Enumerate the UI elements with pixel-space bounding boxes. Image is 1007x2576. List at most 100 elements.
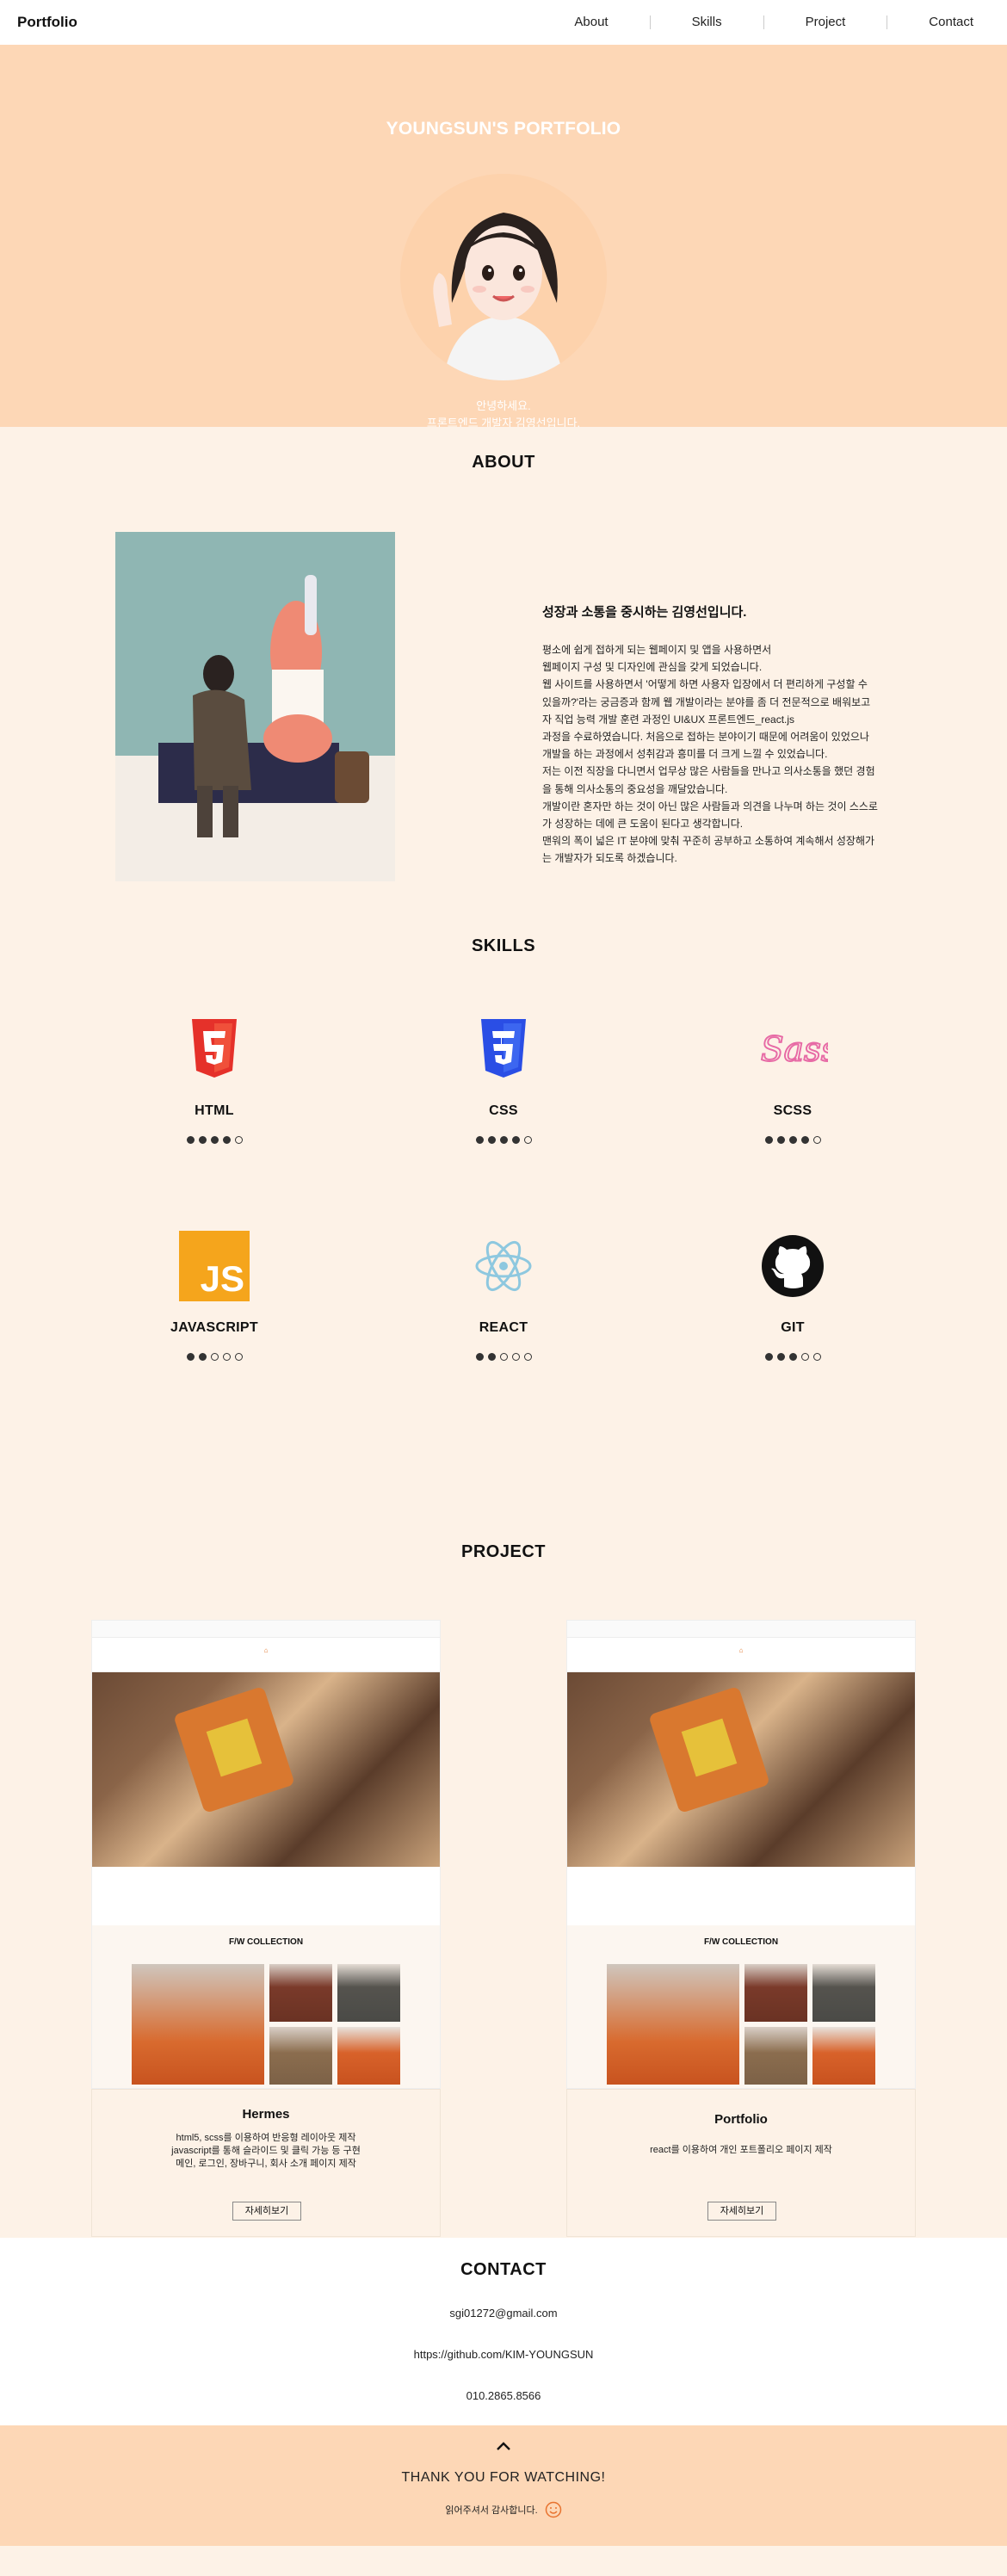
collection-thumb (337, 1964, 400, 2022)
collection-title: F/W COLLECTION (703, 1937, 779, 1947)
nav-item-project[interactable]: Project (763, 15, 887, 29)
level-dot (475, 1136, 484, 1144)
shot-menu (567, 1662, 915, 1672)
skill-git: GIT (689, 1231, 896, 1361)
project-info: Portfolio react를 이용하여 개인 포트폴리오 페이지 제작 자세… (566, 2089, 916, 2237)
shot-topbar (92, 1621, 440, 1638)
footer-thanks: THANK YOU FOR WATCHING! (401, 2470, 606, 2485)
footer-note-text: 읽어주셔서 감사합니다. (445, 2505, 538, 2516)
shot-menu (92, 1662, 440, 1672)
hero-greeting-line1: 안녕하세요. (476, 399, 531, 412)
level-dot (523, 1353, 532, 1361)
skills-section: SKILLS HTML CSS Sass SCSS JS JAVASCRIPT (0, 911, 1007, 1513)
level-dot (234, 1136, 243, 1144)
about-heading: 성장과 소통을 중시하는 김영선입니다. (542, 605, 747, 620)
project-desc: react를 이용하여 개인 포트폴리오 페이지 제작 (650, 2145, 832, 2155)
about-body: 평소에 쉽게 접하게 되는 웹페이지 및 앱을 사용하면서 웹페이지 구성 및 … (542, 644, 878, 865)
level-dot (511, 1136, 520, 1144)
level-dot (499, 1136, 508, 1144)
collection-thumb (337, 2027, 400, 2085)
collection-title: F/W COLLECTION (228, 1937, 304, 1947)
profile-avatar (400, 174, 607, 380)
about-photo (115, 532, 395, 881)
level-dot (776, 1353, 785, 1361)
project-detail-button[interactable]: 자세히보기 (707, 2202, 776, 2221)
collection-thumb (812, 1964, 875, 2022)
about-section: ABOUT 성장과 소통을 중시하는 김영선입니다. 평소에 쉽게 접하게 되는… (0, 427, 1007, 911)
level-dot (222, 1353, 231, 1361)
project-card-portfolio: ⌂ F/W COLLECTION Portfolio react를 이용하여 개… (566, 1620, 916, 2257)
github-icon (757, 1231, 828, 1301)
hero-section: YOUNGSUN'S PORTFOLIO 안녕하세요. 프론트엔드 개발자 김영… (0, 45, 1007, 429)
project-section: PROJECT ⌂ F/W COLLECTION Hermes html5, s… (0, 1513, 1007, 2238)
level-dot (511, 1353, 520, 1361)
shot-collection: F/W COLLECTION (567, 1925, 915, 2088)
shot-logo: ⌂ (738, 1646, 744, 1654)
skill-css: CSS (400, 1014, 607, 1144)
skill-scss: Sass SCSS (689, 1014, 896, 1144)
contact-phone: 010.2865.8566 (466, 2389, 541, 2402)
level-dot (812, 1136, 821, 1144)
level-dot (475, 1353, 484, 1361)
skill-level-dots (111, 1353, 318, 1361)
level-dot (764, 1136, 773, 1144)
level-dot (523, 1136, 532, 1144)
skill-name: SCSS (773, 1103, 812, 1118)
skill-name: JAVASCRIPT (170, 1320, 258, 1335)
collection-thumb (744, 2027, 807, 2085)
shot-collection: F/W COLLECTION (92, 1925, 440, 2088)
nav-item-about[interactable]: About (533, 15, 649, 29)
skill-level-dots (689, 1353, 896, 1361)
level-dot (788, 1136, 797, 1144)
html5-icon (179, 1014, 250, 1084)
project-screenshot[interactable]: ⌂ F/W COLLECTION (566, 1620, 916, 2089)
collection-thumb (812, 2027, 875, 2085)
level-dot (812, 1353, 821, 1361)
react-icon (468, 1231, 539, 1301)
level-dot (764, 1353, 773, 1361)
nav-item-contact[interactable]: Contact (887, 15, 990, 29)
skill-react: REACT (400, 1231, 607, 1361)
skill-level-dots (111, 1136, 318, 1144)
skill-name: REACT (479, 1320, 528, 1335)
shot-logo: ⌂ (263, 1646, 269, 1654)
collection-main-image (607, 1964, 739, 2085)
javascript-icon: JS (179, 1231, 250, 1301)
level-dot (800, 1136, 809, 1144)
shot-topbar (567, 1621, 915, 1638)
about-title: ABOUT (472, 453, 535, 472)
project-name: Hermes (242, 2107, 290, 2122)
footer-note: 읽어주셔서 감사합니다. (0, 2501, 1007, 2518)
skill-name: GIT (781, 1320, 805, 1335)
footer: THANK YOU FOR WATCHING! 읽어주셔서 감사합니다. (0, 2425, 1007, 2546)
level-dot (198, 1136, 207, 1144)
level-dot (788, 1353, 797, 1361)
project-name: Portfolio (714, 2112, 768, 2127)
contact-section: CONTACT sgi01272@gmail.com https://githu… (0, 2238, 1007, 2425)
project-info: Hermes html5, scss를 이용하여 반응형 레이아웃 제작 jav… (91, 2089, 441, 2237)
collection-thumb (269, 1964, 332, 2022)
level-dot (210, 1136, 219, 1144)
css3-icon (468, 1014, 539, 1084)
nav-menu: About Skills Project Contact (533, 15, 990, 29)
project-detail-button[interactable]: 자세히보기 (232, 2202, 301, 2221)
nav-item-skills[interactable]: Skills (649, 15, 763, 29)
skill-level-dots (400, 1353, 607, 1361)
collection-thumb (269, 2027, 332, 2085)
project-screenshot[interactable]: ⌂ F/W COLLECTION (91, 1620, 441, 2089)
javascript-icon-text: JS (200, 1258, 244, 1299)
level-dot (222, 1136, 231, 1144)
contact-title: CONTACT (460, 2260, 547, 2279)
skill-html: HTML (111, 1014, 318, 1144)
contact-github-link[interactable]: https://github.com/KIM-YOUNGSUN (0, 2348, 1007, 2361)
level-dot (198, 1353, 207, 1361)
svg-text:Sass: Sass (761, 1031, 828, 1070)
brand-logo[interactable]: Portfolio (17, 14, 77, 31)
contact-email[interactable]: sgi01272@gmail.com (0, 2307, 1007, 2320)
level-dot (487, 1353, 496, 1361)
project-card-hermes: ⌂ F/W COLLECTION Hermes html5, scss를 이용하… (91, 1620, 441, 2257)
level-dot (186, 1353, 195, 1361)
chevron-up-icon[interactable] (495, 2437, 512, 2455)
sass-icon: Sass (757, 1014, 828, 1084)
level-dot (776, 1136, 785, 1144)
